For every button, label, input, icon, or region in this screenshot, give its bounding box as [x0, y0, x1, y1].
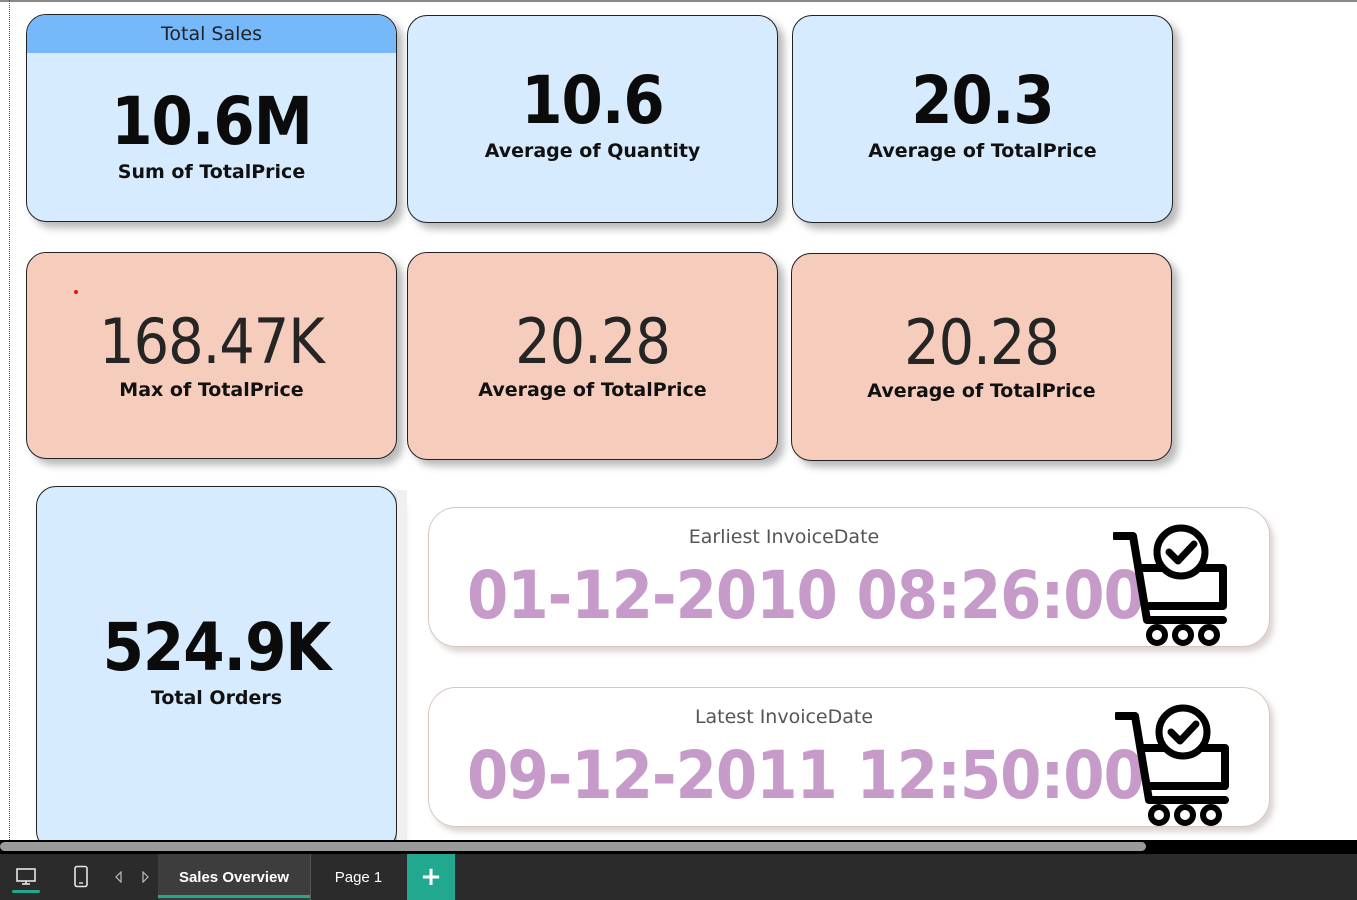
card-avg-totalprice-1[interactable]: 20.3 Average of TotalPrice [792, 15, 1173, 223]
latest-invoice-label: Latest InvoiceDate [694, 706, 874, 728]
avg-totalprice-2-label: Average of TotalPrice [478, 379, 707, 401]
plus-icon: + [420, 862, 442, 892]
avg-quantity-value: 10.6 [521, 62, 665, 139]
shopping-cart-check-icon [1113, 524, 1227, 646]
tab-sales-overview[interactable]: Sales Overview [158, 854, 310, 900]
card-shadow-strip [397, 490, 407, 840]
total-orders-value: 524.9K [102, 608, 332, 686]
avg-totalprice-1-value: 20.3 [911, 62, 1055, 139]
card-avg-totalprice-2[interactable]: 20.28 Average of TotalPrice [407, 252, 778, 460]
desktop-active-indicator [12, 890, 40, 893]
tab-sales-overview-label: Sales Overview [178, 868, 290, 886]
page-tab-bar: Sales Overview Page 1 + [0, 854, 1357, 900]
latest-invoice-card[interactable]: Latest InvoiceDate 09-12-2011 12:50:00 [428, 687, 1270, 827]
tab-page-1-label: Page 1 [334, 868, 383, 886]
avg-totalprice-1-label: Average of TotalPrice [868, 140, 1097, 162]
canvas-left-guide [9, 0, 10, 840]
shopping-cart-check-icon [1115, 704, 1229, 826]
earliest-invoice-card[interactable]: Earliest InvoiceDate 01-12-2010 08:26:00 [428, 507, 1270, 647]
previous-page-button[interactable] [110, 854, 128, 900]
chevron-right-icon [142, 871, 149, 883]
card-avg-totalprice-3[interactable]: 20.28 Average of TotalPrice [791, 253, 1172, 461]
total-orders-label: Total Orders [150, 686, 283, 709]
avg-totalprice-2-value: 20.28 [515, 305, 671, 378]
horizontal-scrollbar-thumb[interactable] [0, 842, 1146, 851]
card-max-totalprice[interactable]: 168.47K Max of TotalPrice [26, 252, 397, 459]
red-dot-marker [74, 290, 78, 294]
desktop-layout-icon [16, 868, 36, 885]
latest-invoice-value: 09-12-2011 12:50:00 [467, 737, 1145, 814]
card-header-total-sales: Total Sales [27, 15, 396, 53]
avg-quantity-label: Average of Quantity [484, 140, 701, 162]
total-sales-value: 10.6M [111, 83, 313, 160]
card-total-orders[interactable]: 524.9K Total Orders [36, 486, 397, 851]
max-totalprice-value: 168.47K [99, 304, 325, 378]
tab-page-1[interactable]: Page 1 [310, 854, 407, 900]
mobile-layout-icon [74, 865, 88, 888]
card-avg-quantity[interactable]: 10.6 Average of Quantity [407, 15, 778, 223]
avg-totalprice-3-label: Average of TotalPrice [867, 380, 1096, 402]
next-page-button[interactable] [136, 854, 154, 900]
top-border [0, 0, 1357, 2]
earliest-invoice-label: Earliest InvoiceDate [688, 526, 880, 548]
desktop-layout-button[interactable] [8, 854, 44, 900]
add-page-button[interactable]: + [407, 854, 455, 900]
chevron-left-icon [115, 871, 122, 883]
avg-totalprice-3-value: 20.28 [904, 306, 1060, 379]
card-total-sales[interactable]: Total Sales 10.6M Sum of TotalPrice [26, 14, 397, 222]
max-totalprice-label: Max of TotalPrice [119, 378, 304, 401]
total-sales-label: Sum of TotalPrice [117, 161, 306, 183]
mobile-layout-button[interactable] [66, 854, 96, 900]
earliest-invoice-value: 01-12-2010 08:26:00 [467, 557, 1145, 634]
